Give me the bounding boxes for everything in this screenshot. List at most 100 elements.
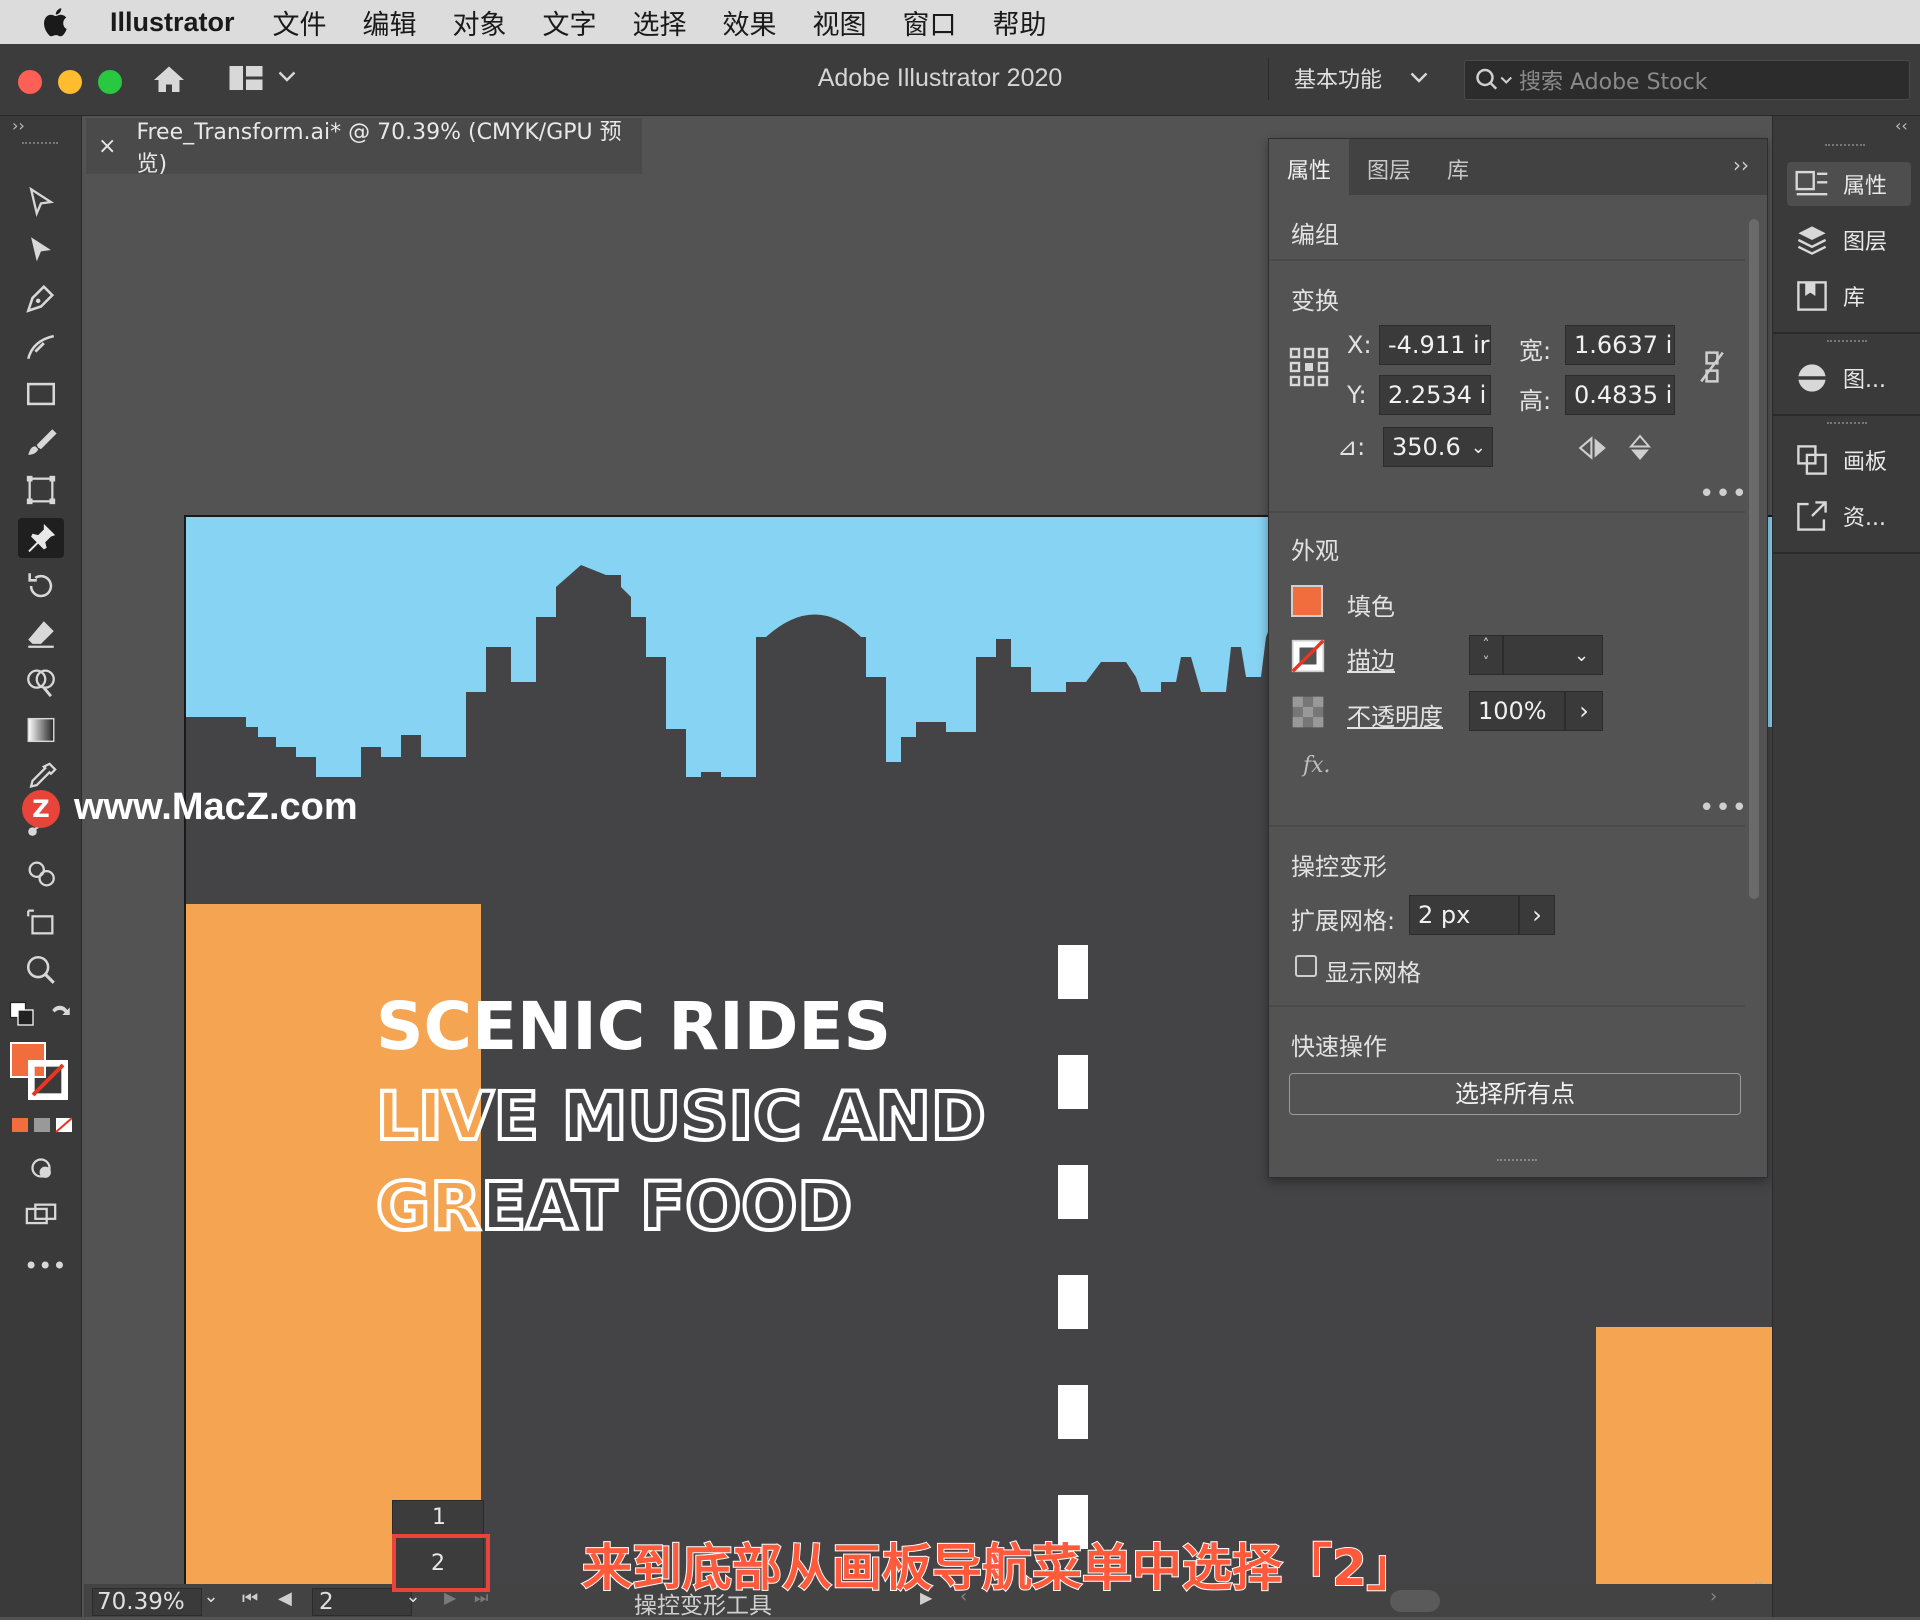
gradient-tool-icon[interactable] — [18, 710, 64, 750]
artboard-option-1[interactable]: 1 — [393, 1505, 485, 1530]
fill-color-swatch[interactable] — [1291, 585, 1323, 617]
adobe-stock-search-input[interactable]: 搜索 Adobe Stock — [1464, 60, 1910, 100]
flip-vertical-icon[interactable] — [1627, 433, 1653, 463]
selection-tool-icon[interactable] — [18, 182, 64, 222]
panel-resize-grip[interactable] — [1497, 1159, 1537, 1163]
dock-artboards[interactable]: 画板 — [1787, 438, 1911, 482]
headline-live-music[interactable]: LIVE MUSIC AND — [374, 1076, 988, 1157]
shape-builder-tool-icon[interactable] — [18, 662, 64, 702]
fill-label[interactable]: 填色 — [1347, 587, 1395, 622]
direct-selection-tool-icon[interactable] — [18, 230, 64, 270]
appearance-section-title: 外观 — [1291, 537, 1339, 565]
stroke-label[interactable]: 描边 — [1347, 641, 1395, 676]
stroke-weight-stepper[interactable]: ˄ ˅ — [1469, 635, 1503, 675]
x-position-input[interactable]: -4.911 ir — [1379, 325, 1491, 365]
dock-graphic-styles[interactable]: 图... — [1787, 356, 1911, 400]
rotate-angle-input[interactable]: 350.6 ⌄ — [1383, 427, 1493, 467]
width-input[interactable]: 1.6637 ir — [1565, 325, 1675, 365]
screen-mode-icon[interactable] — [18, 1196, 64, 1236]
dock-asset-export[interactable]: 资... — [1787, 494, 1911, 538]
free-transform-tool-icon[interactable] — [18, 470, 64, 510]
transform-more-options-icon[interactable]: ••• — [1699, 479, 1748, 509]
tab-libraries[interactable]: 库 — [1429, 139, 1487, 195]
chevron-down-icon[interactable]: ⌄ — [1471, 437, 1486, 458]
collapse-toolbar-icon[interactable]: ›› — [12, 116, 25, 135]
scroll-right-icon[interactable]: › — [1710, 1586, 1717, 1607]
constrain-proportions-icon[interactable] — [1697, 349, 1727, 385]
opacity-expand-button[interactable]: › — [1565, 691, 1603, 731]
height-input[interactable]: 0.4835 ir — [1565, 375, 1675, 415]
reference-point-icon[interactable] — [1289, 347, 1329, 387]
artboard-tool-icon[interactable] — [18, 902, 64, 942]
artboards-icon — [1797, 445, 1827, 475]
panel-collapse-icon[interactable]: ›› — [1733, 153, 1749, 177]
toolbar-grip[interactable] — [22, 142, 58, 146]
dock-layers[interactable]: 图层 — [1787, 218, 1911, 262]
previous-artboard-icon[interactable]: ◀ — [278, 1588, 292, 1609]
menu-help[interactable]: 帮助 — [993, 3, 1047, 42]
expand-mesh-expand-button[interactable]: › — [1519, 895, 1555, 935]
puppet-warp-tool-icon[interactable] — [18, 518, 64, 558]
properties-panel-tabs: 属性 图层 库 — [1269, 139, 1767, 195]
opacity-input[interactable]: 100% — [1469, 691, 1565, 731]
dock-grip[interactable] — [1827, 422, 1867, 426]
select-all-points-button[interactable]: 选择所有点 — [1289, 1073, 1741, 1115]
symbol-sprayer-tool-icon[interactable] — [18, 854, 64, 894]
fx-effects-icon[interactable]: fx. — [1303, 753, 1331, 778]
zoom-level-input[interactable]: 70.39% — [92, 1588, 202, 1616]
menu-type[interactable]: 文字 — [543, 3, 597, 42]
apple-logo-icon[interactable] — [40, 5, 74, 39]
chevron-down-icon[interactable]: ⌄ — [196, 1586, 226, 1607]
rectangle-tool-icon[interactable] — [18, 374, 64, 414]
curvature-tool-icon[interactable] — [18, 326, 64, 366]
menu-object[interactable]: 对象 — [453, 3, 507, 42]
document-tab[interactable]: × Free_Transform.ai* @ 70.39% (CMYK/GPU … — [86, 118, 642, 177]
panel-scrollbar[interactable] — [1747, 199, 1761, 1105]
artboard-number-input[interactable]: 2 — [312, 1588, 412, 1616]
dock-grip[interactable] — [1827, 340, 1867, 344]
stroke-swatch[interactable] — [28, 1060, 68, 1100]
rotate-tool-icon[interactable] — [18, 566, 64, 606]
first-artboard-icon[interactable]: ⏮ — [242, 1588, 258, 1609]
stroke-weight-input[interactable]: ⌄ — [1503, 635, 1603, 675]
headline-scenic-rides[interactable]: SCENIC RIDES — [376, 988, 891, 1065]
menu-select[interactable]: 选择 — [633, 3, 687, 42]
tab-layers[interactable]: 图层 — [1349, 139, 1429, 195]
dock-asset-export-label: 资... — [1843, 506, 1886, 531]
expand-mesh-input[interactable]: 2 px — [1409, 895, 1519, 935]
y-position-input[interactable]: 2.2534 i — [1379, 375, 1491, 415]
menu-view[interactable]: 视图 — [813, 3, 867, 42]
menu-window[interactable]: 窗口 — [903, 3, 957, 42]
tab-properties[interactable]: 属性 — [1269, 139, 1350, 195]
pen-tool-icon[interactable] — [18, 278, 64, 318]
draw-mode-icon[interactable] — [18, 1148, 64, 1188]
y-label: Y: — [1347, 381, 1367, 409]
flip-horizontal-icon[interactable] — [1577, 435, 1609, 461]
color-mode-icons[interactable] — [12, 1116, 73, 1134]
app-menu[interactable]: Illustrator — [110, 7, 235, 38]
dock-grip[interactable] — [1825, 144, 1865, 148]
edit-toolbar-more-icon[interactable]: ••• — [24, 1252, 66, 1280]
zoom-tool-icon[interactable] — [18, 950, 64, 990]
default-fill-stroke-icon[interactable] — [8, 1000, 38, 1030]
eraser-tool-icon[interactable] — [18, 614, 64, 654]
dock-libraries[interactable]: 库 — [1787, 274, 1911, 318]
dock-properties-label: 属性 — [1843, 174, 1888, 199]
paintbrush-tool-icon[interactable] — [18, 422, 64, 462]
chevron-down-icon[interactable]: ⌄ — [1574, 645, 1589, 666]
stroke-color-swatch[interactable] — [1291, 639, 1325, 673]
menu-effect[interactable]: 效果 — [723, 3, 777, 42]
menu-edit[interactable]: 编辑 — [363, 3, 417, 42]
search-icon — [1476, 68, 1512, 90]
show-mesh-checkbox[interactable] — [1295, 955, 1317, 977]
swap-fill-stroke-icon[interactable] — [46, 1000, 76, 1030]
show-mesh-label[interactable]: 显示网格 — [1325, 953, 1421, 988]
headline-great-food[interactable]: GREAT FOOD — [374, 1166, 854, 1247]
workspace-switcher[interactable]: 基本功能 — [1294, 62, 1428, 94]
dock-properties[interactable]: 属性 — [1787, 162, 1911, 206]
menu-file[interactable]: 文件 — [273, 3, 327, 42]
expand-dock-icon[interactable]: ‹‹ — [1895, 116, 1908, 135]
close-tab-icon[interactable]: × — [98, 134, 116, 159]
opacity-label[interactable]: 不透明度 — [1347, 697, 1443, 732]
appearance-more-options-icon[interactable]: ••• — [1699, 793, 1748, 823]
